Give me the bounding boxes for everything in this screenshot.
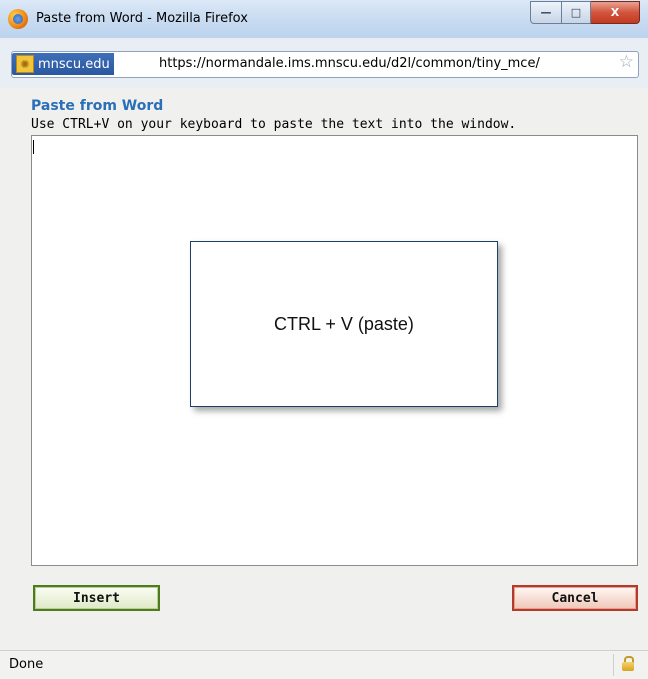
status-divider (613, 654, 614, 676)
window-controls: — □ X (530, 1, 640, 24)
star-icon[interactable]: ☆ (619, 54, 634, 71)
paste-text-area[interactable]: CTRL + V (paste) (31, 135, 638, 566)
dialog-content: Paste from Word Use CTRL+V on your keybo… (0, 88, 648, 650)
maximize-button[interactable]: □ (562, 1, 591, 24)
firefox-icon (8, 9, 28, 29)
dialog-heading: Paste from Word (31, 98, 164, 114)
status-bar: Done (0, 650, 648, 679)
site-favicon-icon: ✺ (16, 55, 34, 73)
site-identity-button[interactable]: ✺ mnscu.edu (12, 53, 114, 75)
cancel-button[interactable]: Cancel (512, 585, 638, 611)
address-bar[interactable]: ✺ mnscu.edu https://normandale.ims.mnscu… (11, 51, 639, 78)
padlock-icon[interactable] (622, 656, 634, 671)
paste-hint-text: CTRL + V (paste) (274, 313, 414, 334)
window-title: Paste from Word - Mozilla Firefox (36, 11, 248, 26)
close-button[interactable]: X (591, 1, 640, 24)
title-bar: Paste from Word - Mozilla Firefox — □ X (0, 0, 648, 38)
instruction-text: Use CTRL+V on your keyboard to paste the… (31, 117, 517, 132)
minimize-button[interactable]: — (530, 1, 562, 24)
text-caret (33, 140, 34, 154)
url-text[interactable]: https://normandale.ims.mnscu.edu/d2l/com… (159, 56, 540, 71)
insert-button[interactable]: Insert (33, 585, 160, 611)
paste-hint-callout: CTRL + V (paste) (190, 241, 498, 407)
status-text: Done (9, 657, 44, 672)
site-domain: mnscu.edu (38, 56, 110, 72)
